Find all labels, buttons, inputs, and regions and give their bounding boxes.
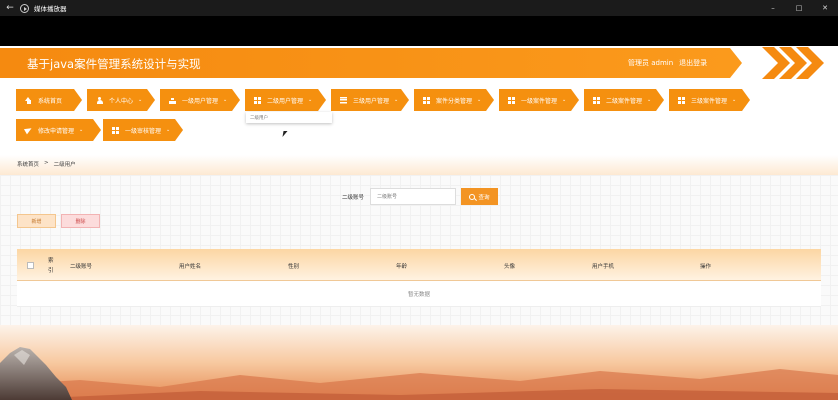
- nav-item-label: 二级用户管理: [267, 97, 304, 105]
- nav-item-level1-review[interactable]: 一级审核管理 ⌄: [103, 119, 183, 141]
- person-icon: [96, 97, 103, 104]
- nav-item-label: 一级审核管理: [125, 127, 162, 135]
- data-table: 索引 二级账号 用户姓名 性别 年龄 头像 用户手机 操作 暂无数据: [17, 249, 821, 307]
- column-header-account: 二级账号: [70, 264, 93, 270]
- close-icon[interactable]: ✕: [812, 4, 838, 12]
- nav-item-modify-requests[interactable]: 修改申请管理 ⌄: [16, 119, 101, 141]
- nav-item-label: 三级用户管理: [353, 97, 390, 105]
- search-button-label: 查询: [478, 194, 490, 201]
- chevrons-decoration-icon: [762, 47, 824, 79]
- home-icon: [25, 97, 32, 104]
- chevron-down-icon: ⌄: [732, 97, 737, 103]
- breadcrumb: 系统首页 > 二级用户: [0, 155, 838, 175]
- breadcrumb-separator: >: [44, 160, 49, 166]
- table-header: 索引 二级账号 用户姓名 性别 年龄 头像 用户手机 操作: [17, 249, 821, 281]
- mountain-landscape-image: [0, 325, 838, 400]
- window-titlebar: ← 媒体播放器 – □ ✕: [0, 0, 838, 16]
- nav-item-label: 案件分类管理: [436, 97, 473, 105]
- site-title: 基于java案件管理系统设计与实现: [27, 57, 201, 71]
- minimize-icon[interactable]: –: [760, 4, 786, 12]
- grid-icon: [423, 97, 430, 104]
- media-player-logo-icon: [20, 3, 29, 13]
- column-header-avatar: 头像: [504, 264, 516, 270]
- search-button[interactable]: 查询: [461, 188, 498, 205]
- nav-item-personal-center[interactable]: 个人中心 ⌄: [87, 89, 155, 111]
- nav-item-label: 三级案件管理: [691, 97, 728, 105]
- user-area: 管理员 admin 退出登录: [628, 58, 707, 68]
- user-label: 管理员 admin: [628, 59, 674, 67]
- search-input[interactable]: [370, 188, 456, 205]
- search-label: 二级账号: [342, 195, 365, 201]
- breadcrumb-home[interactable]: 系统首页: [17, 160, 39, 168]
- nav-item-level3-users[interactable]: 三级用户管理 ⌄: [331, 89, 409, 111]
- nav-item-case-category[interactable]: 案件分类管理 ⌄: [414, 89, 494, 111]
- nav-item-label: 修改申请管理: [38, 127, 75, 135]
- grid-icon: [678, 97, 685, 104]
- chevron-down-icon: ⌄: [223, 97, 228, 103]
- chevron-down-icon: ⌄: [647, 97, 652, 103]
- table-empty-state: 暂无数据: [17, 281, 821, 307]
- nav-item-level3-cases[interactable]: 三级案件管理 ⌄: [669, 89, 750, 111]
- nav-item-label: 一级案件管理: [521, 97, 558, 105]
- column-header-index: 索引: [48, 258, 54, 274]
- bar-icon: [169, 97, 176, 104]
- chevron-down-icon: ⌄: [562, 97, 567, 103]
- send-icon: [25, 127, 32, 134]
- grid-icon: [508, 97, 515, 104]
- logout-link[interactable]: 退出登录: [679, 58, 707, 68]
- column-header-actions: 操作: [700, 264, 712, 270]
- nav-item-level2-cases[interactable]: 二级案件管理 ⌄: [584, 89, 664, 111]
- mouse-cursor-icon: [282, 131, 288, 137]
- site-header: 基于java案件管理系统设计与实现 管理员 admin 退出登录: [0, 46, 838, 82]
- column-header-phone: 用户手机: [592, 264, 615, 270]
- video-area-top: [0, 16, 838, 46]
- grid-icon: [254, 97, 261, 104]
- nav-item-label: 一级用户管理: [182, 97, 219, 105]
- nav-item-level2-users[interactable]: 二级用户管理 ⌄: [245, 89, 326, 111]
- chevron-down-icon: ⌄: [138, 97, 143, 103]
- add-button[interactable]: 新增: [17, 214, 56, 228]
- chevron-down-icon: ⌄: [394, 97, 399, 103]
- delete-button[interactable]: 删除: [61, 214, 100, 228]
- nav-item-level1-cases[interactable]: 一级案件管理 ⌄: [499, 89, 579, 111]
- dropdown-item-level2-user[interactable]: 二级用户: [250, 115, 328, 121]
- grid-icon: [593, 97, 600, 104]
- chevron-down-icon: ⌄: [79, 127, 84, 133]
- column-header-age: 年龄: [396, 264, 408, 270]
- nav-item-level1-users[interactable]: 一级用户管理 ⌄: [160, 89, 240, 111]
- nav-item-label: 系统首页: [38, 97, 63, 105]
- grid-icon: [112, 127, 119, 134]
- list-icon: [340, 97, 347, 104]
- nav-item-home[interactable]: 系统首页: [16, 89, 82, 111]
- breadcrumb-current: 二级用户: [53, 162, 76, 168]
- search-icon: [469, 193, 476, 200]
- back-arrow-icon[interactable]: ←: [0, 3, 20, 13]
- nav-item-label: 二级案件管理: [606, 97, 643, 105]
- chevron-down-icon: ⌄: [477, 97, 482, 103]
- select-all-checkbox[interactable]: [27, 262, 34, 269]
- maximize-icon[interactable]: □: [786, 4, 812, 12]
- window-title: 媒体播放器: [34, 5, 67, 13]
- column-header-gender: 性别: [288, 264, 300, 270]
- column-header-name: 用户姓名: [179, 264, 202, 270]
- chevron-down-icon: ⌄: [308, 97, 313, 103]
- chevron-down-icon: ⌄: [166, 127, 171, 133]
- nav-item-label: 个人中心: [109, 97, 134, 105]
- nav-dropdown-menu: 二级用户: [246, 112, 332, 123]
